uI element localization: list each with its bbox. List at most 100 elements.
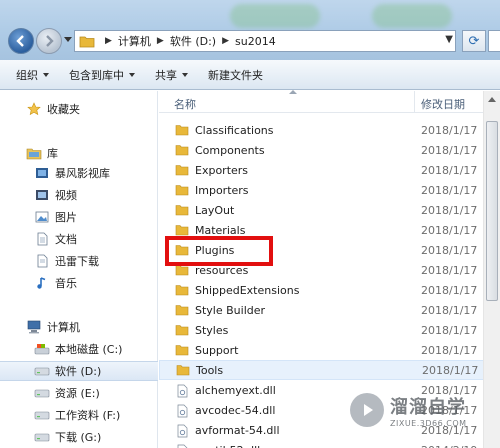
new-folder-button[interactable]: 新建文件夹 (208, 67, 263, 83)
nav-drive-g[interactable]: 下载 (G:) (0, 427, 158, 447)
folder-icon (175, 324, 189, 336)
folder-icon (175, 144, 189, 156)
file-date: 2018/1/17 (422, 363, 479, 377)
nav-drive-c-label: 本地磁盘 (C:) (55, 343, 123, 356)
file-date: 2014/2/19 (421, 444, 477, 448)
nav-drive-e[interactable]: 资源 (E:) (0, 383, 158, 403)
nav-favorites[interactable]: 收藏夹 (0, 99, 158, 119)
sort-ascending-icon (289, 90, 297, 94)
search-input[interactable] (488, 30, 500, 52)
share-label: 共享 (155, 68, 177, 82)
file-row[interactable]: ShippedExtensions 2018/1/17 (159, 280, 484, 300)
file-name: Components (195, 143, 265, 157)
watermark-url: ZIXUE.3D66.COM (390, 418, 467, 428)
nav-lib-baofeng-label: 暴风影视库 (55, 167, 110, 180)
file-name: Materials (195, 223, 246, 237)
file-name: avformat-54.dll (195, 423, 280, 437)
nav-drive-c[interactable]: 本地磁盘 (C:) (0, 339, 158, 359)
file-row[interactable]: Support 2018/1/17 (159, 340, 484, 360)
file-date: 2018/1/17 (421, 323, 478, 337)
include-in-library-button[interactable]: 包含到库中 (69, 67, 135, 83)
system-drive-icon (34, 342, 50, 356)
address-bar[interactable]: ▶ 计算机 ▶ 软件 (D:) ▶ su2014 ▼ (74, 30, 456, 52)
file-row[interactable]: Style Builder 2018/1/17 (159, 300, 484, 320)
computer-icon (26, 320, 42, 334)
nav-favorites-label: 收藏夹 (47, 103, 80, 116)
recent-pages-dropdown[interactable] (64, 37, 72, 42)
chevron-right-icon[interactable]: ▶ (157, 36, 164, 46)
nav-lib-xunlei[interactable]: 迅雷下载 (0, 251, 158, 271)
file-row[interactable]: Exporters 2018/1/17 (159, 160, 484, 180)
include-in-library-label: 包含到库中 (69, 68, 124, 82)
nav-drive-d-label: 软件 (D:) (55, 365, 102, 378)
refresh-button[interactable]: ⟳ (462, 30, 486, 52)
share-button[interactable]: 共享 (155, 67, 188, 83)
folder-icon (175, 224, 189, 236)
drive-icon (34, 364, 50, 378)
title-glow-2 (372, 4, 452, 28)
dll-file-icon (175, 404, 189, 418)
arrow-left-icon (16, 35, 24, 47)
nav-libraries[interactable]: 库 (0, 143, 158, 163)
drive-icon (34, 408, 50, 422)
file-row[interactable]: Components 2018/1/17 (159, 140, 484, 160)
nav-lib-videos[interactable]: 视频 (0, 185, 158, 205)
column-divider[interactable] (414, 91, 415, 113)
nav-lib-baofeng[interactable]: 暴风影视库 (0, 163, 158, 183)
video-icon (34, 188, 50, 202)
file-name: ShippedExtensions (195, 283, 300, 297)
nav-lib-documents[interactable]: 文档 (0, 229, 158, 249)
nav-lib-pictures[interactable]: 图片 (0, 207, 158, 227)
column-date-header[interactable]: 修改日期 (421, 96, 465, 112)
title-bar: ▶ 计算机 ▶ 软件 (D:) ▶ su2014 ▼ ⟳ (0, 0, 500, 60)
file-date: 2018/1/17 (421, 143, 478, 157)
nav-lib-music[interactable]: 音乐 (0, 273, 158, 293)
command-toolbar: 组织 包含到库中 共享 新建文件夹 (0, 60, 500, 90)
play-logo-icon (350, 393, 384, 427)
file-date: 2018/1/17 (421, 163, 478, 177)
nav-computer-label: 计算机 (47, 321, 80, 334)
folder-icon (175, 284, 189, 296)
file-row[interactable]: Styles 2018/1/17 (159, 320, 484, 340)
nav-lib-xunlei-label: 迅雷下载 (55, 255, 99, 268)
file-name: Style Builder (195, 303, 266, 317)
address-dropdown-icon[interactable]: ▼ (445, 34, 453, 45)
crumb-su2014[interactable]: su2014 (235, 35, 276, 48)
title-glow (230, 4, 320, 28)
column-name-header[interactable]: 名称 (174, 96, 196, 112)
file-row[interactable]: avutil-52.dll 2014/2/19 (159, 440, 484, 448)
caret-down-icon (129, 72, 135, 77)
file-row[interactable]: Classifications 2018/1/17 (159, 120, 484, 140)
drive-icon (34, 386, 50, 400)
file-row[interactable]: LayOut 2018/1/17 (159, 200, 484, 220)
download-folder-icon (34, 254, 50, 268)
folder-icon (176, 364, 190, 376)
folder-icon (175, 184, 189, 196)
folder-icon (175, 304, 189, 316)
crumb-drive-d[interactable]: 软件 (D:) (170, 33, 216, 49)
back-button[interactable] (8, 28, 34, 54)
dll-file-icon (175, 444, 189, 448)
file-date: 2018/1/17 (421, 123, 478, 137)
picture-icon (34, 210, 50, 224)
file-row[interactable]: Tools 2018/1/17 (159, 360, 484, 380)
chevron-right-icon[interactable]: ▶ (222, 36, 229, 46)
folder-icon (175, 164, 189, 176)
organize-label: 组织 (16, 68, 38, 82)
caret-down-icon (43, 72, 49, 77)
file-name: avcodec-54.dll (195, 403, 276, 417)
file-date: 2018/1/17 (421, 183, 478, 197)
column-header: 名称 修改日期 (159, 90, 500, 113)
chevron-right-icon[interactable]: ▶ (105, 36, 112, 46)
scrollbar-thumb[interactable] (486, 121, 498, 301)
organize-button[interactable]: 组织 (16, 67, 49, 83)
nav-lib-videos-label: 视频 (55, 189, 77, 202)
file-row[interactable]: Importers 2018/1/17 (159, 180, 484, 200)
forward-button[interactable] (36, 28, 62, 54)
crumb-computer[interactable]: 计算机 (118, 33, 151, 49)
file-date: 2018/1/17 (421, 263, 478, 277)
scroll-up-icon[interactable] (488, 97, 496, 102)
nav-computer[interactable]: 计算机 (0, 317, 158, 337)
nav-drive-d[interactable]: 软件 (D:) (0, 361, 158, 381)
nav-drive-f[interactable]: 工作资料 (F:) (0, 405, 158, 425)
